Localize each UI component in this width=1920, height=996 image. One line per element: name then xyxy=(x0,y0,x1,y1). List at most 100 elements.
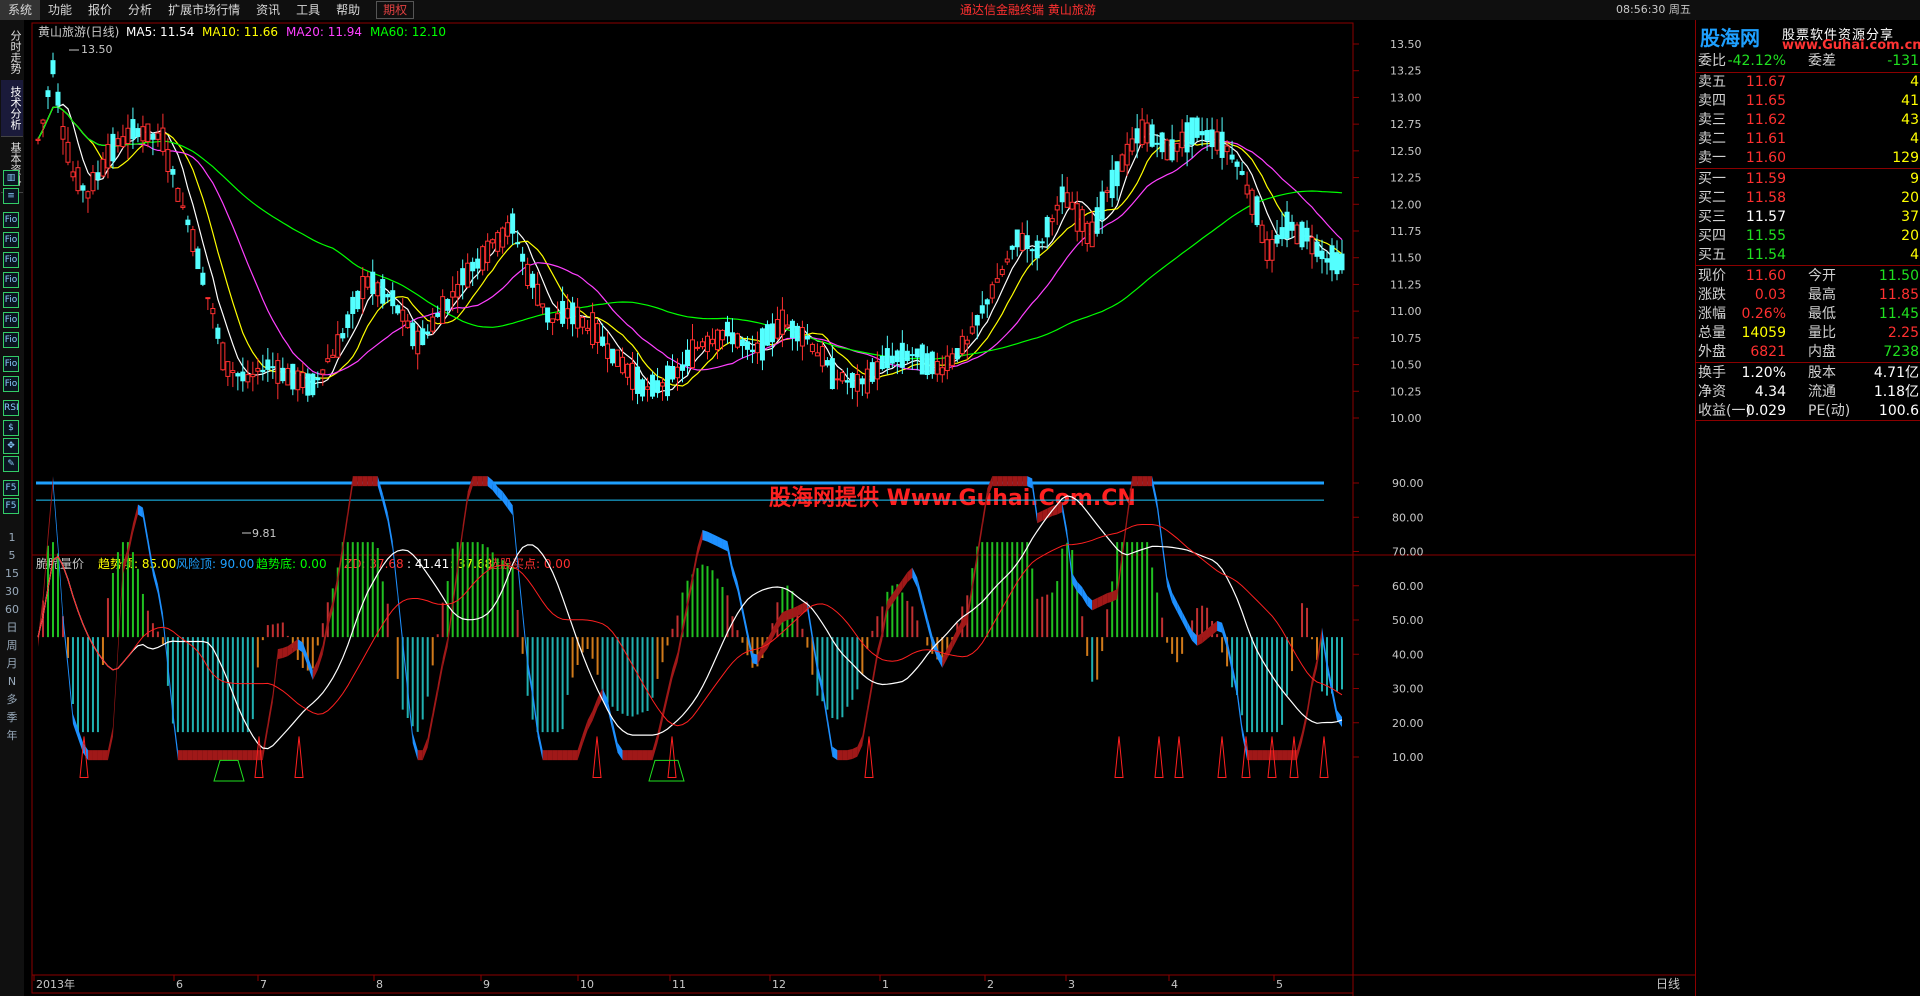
ask-row: 卖一 11.60 129 xyxy=(1696,149,1920,168)
tool-Fio-icon[interactable]: Fio xyxy=(3,332,19,348)
stat-row-value: 0.029 xyxy=(1745,403,1786,419)
bid-row: 买二 11.58 20 xyxy=(1696,189,1920,208)
menu-system[interactable]: 系统 xyxy=(0,0,41,20)
indicator-risk-top: 风险顶: 90.00 xyxy=(176,556,254,571)
menu-quote[interactable]: 报价 xyxy=(80,0,120,20)
stat-row-value2: 11.85 xyxy=(1878,287,1919,303)
brand-logo: 股海网 股票软件资源分享 www.Guhai.com.cn xyxy=(1696,20,1920,53)
tab-technical[interactable]: 技术分析 xyxy=(1,80,23,137)
tool-Fio-icon[interactable]: Fio xyxy=(3,356,19,372)
menu-tools[interactable]: 工具 xyxy=(288,0,328,20)
price-tick: 10.50 xyxy=(1390,359,1422,372)
menu-function[interactable]: 功能 xyxy=(40,0,80,20)
stat-row-label: 涨跌 xyxy=(1698,287,1726,303)
tool-list-icon[interactable]: ≡ xyxy=(3,188,19,204)
stat-row: 换手 1.20% 股本 4.71亿 xyxy=(1696,364,1920,383)
price-tick: 10.75 xyxy=(1390,332,1422,345)
period-0[interactable]: 1 xyxy=(0,530,24,546)
weicha-label: 委差 xyxy=(1808,53,1836,69)
bid-volume: 9 xyxy=(1910,171,1919,187)
price-tick: 12.25 xyxy=(1390,172,1422,185)
tool-F5-icon[interactable]: F5 xyxy=(3,480,19,496)
stat-row-label2: 量比 xyxy=(1808,325,1836,341)
period-1[interactable]: 5 xyxy=(0,548,24,564)
period-9[interactable]: 多 xyxy=(0,692,24,708)
price-tick: 11.75 xyxy=(1390,225,1422,238)
menu-help[interactable]: 帮助 xyxy=(328,0,368,20)
stat-row-label2: 最低 xyxy=(1808,306,1836,322)
ask-label: 卖五 xyxy=(1698,74,1726,90)
indicator-pick: 选股买点: 0.00 xyxy=(488,557,571,571)
left-toolbar: 分时走势 技术分析 基本资料 ▥ ≡ Fio Fio Fio Fio Fio Fio Fio Fi… xyxy=(0,20,25,996)
date-label: 3 xyxy=(1068,978,1075,991)
date-label: 7 xyxy=(260,978,267,991)
kline-chart[interactable]: 黄山旅游(日线) MA5: 11.54 MA10: 11.66 MA20: 11… xyxy=(24,20,1695,996)
stat-row: 净资 4.34 流通 1.18亿 xyxy=(1696,383,1920,402)
stat-row-value: 0.26% xyxy=(1741,306,1786,322)
price-tick: 13.50 xyxy=(1390,38,1422,51)
period-8[interactable]: N xyxy=(0,674,24,690)
period-5[interactable]: 日 xyxy=(0,620,24,636)
tool-Fio-icon[interactable]: Fio xyxy=(3,252,19,268)
indicator-v2: : 41.41 xyxy=(407,557,449,571)
tool-Fio-icon[interactable]: Fio xyxy=(3,272,19,288)
price-tick: 11.50 xyxy=(1390,252,1422,265)
tool-Fio-icon[interactable]: Fio xyxy=(3,292,19,308)
tab-intraday[interactable]: 分时走势 xyxy=(1,24,23,81)
quote-panel: 股海网 股票软件资源分享 www.Guhai.com.cn 委比 -42.12%… xyxy=(1695,20,1920,996)
tool-Fio-icon[interactable]: Fio xyxy=(3,232,19,248)
indicator-tick: 50.00 xyxy=(1392,614,1424,627)
tool-pencil-icon[interactable]: ✎ xyxy=(3,456,19,472)
tool-Fio-icon[interactable]: Fio xyxy=(3,212,19,228)
tool-S-icon[interactable]: $ xyxy=(3,420,19,436)
tool-Fio-icon[interactable]: Fio xyxy=(3,376,19,392)
tool-F5-icon[interactable]: F5 xyxy=(3,498,19,514)
tool-RSI-icon[interactable]: RSI xyxy=(3,400,19,416)
period-label[interactable]: 日线 xyxy=(1656,977,1680,991)
chart-title: 黄山旅游(日线) xyxy=(38,25,119,39)
period-7[interactable]: 月 xyxy=(0,656,24,672)
tool-Fio-icon[interactable]: Fio xyxy=(3,312,19,328)
stat-row-value2: 4.71亿 xyxy=(1873,365,1919,381)
tool-move-icon[interactable]: ✥ xyxy=(3,438,19,454)
tool-bar-chart-icon[interactable]: ▥ xyxy=(3,170,19,186)
options-tab[interactable]: 期权 xyxy=(376,1,415,19)
stat-row: 收益(一) 0.029 PE(动) 100.6 xyxy=(1696,402,1920,421)
bid-volume: 20 xyxy=(1901,190,1919,206)
logo-url: www.Guhai.com.cn xyxy=(1782,38,1920,53)
date-label: 9 xyxy=(483,978,490,991)
stat-row-value: 11.60 xyxy=(1745,268,1786,284)
period-11[interactable]: 年 xyxy=(0,728,24,744)
indicator-tick: 90.00 xyxy=(1392,477,1424,490)
stat-row-label: 换手 xyxy=(1698,365,1726,381)
indicator-trend-bottom: 趋势底: 0.00 xyxy=(256,556,327,571)
stat-row-label2: 最高 xyxy=(1808,287,1836,303)
high-marker: 13.50 xyxy=(81,43,113,56)
ask-row: 卖三 11.62 43 xyxy=(1696,111,1920,130)
menu-bar: 系统 功能 报价 分析 扩展市场行情 资讯 工具 帮助 期权 通达信金融终端 黄… xyxy=(0,0,1920,21)
menu-extended-market[interactable]: 扩展市场行情 xyxy=(160,0,248,20)
date-label: 2013年 xyxy=(36,977,75,991)
period-6[interactable]: 周 xyxy=(0,638,24,654)
menu-news[interactable]: 资讯 xyxy=(248,0,288,20)
period-3[interactable]: 30 xyxy=(0,584,24,600)
ask-label: 卖一 xyxy=(1698,150,1726,166)
period-10[interactable]: 季 xyxy=(0,710,24,726)
menu-analysis[interactable]: 分析 xyxy=(120,0,160,20)
ask-volume: 41 xyxy=(1901,93,1919,109)
bid-label: 买五 xyxy=(1698,247,1726,263)
stat-row-label: 现价 xyxy=(1698,268,1726,284)
period-4[interactable]: 60 xyxy=(0,602,24,618)
indicator-tick: 40.00 xyxy=(1392,648,1424,661)
bid-label: 买一 xyxy=(1698,171,1726,187)
price-tick: 11.00 xyxy=(1390,305,1422,318)
price-tick: 13.00 xyxy=(1390,91,1422,104)
period-2[interactable]: 15 xyxy=(0,566,24,582)
date-label: 5 xyxy=(1276,978,1283,991)
price-tick: 12.75 xyxy=(1390,118,1422,131)
stat-row-value2: 11.45 xyxy=(1878,306,1919,322)
date-label: 10 xyxy=(580,978,594,991)
indicator-name[interactable]: 脆脆量价 xyxy=(36,556,84,571)
bid-label: 买三 xyxy=(1698,209,1726,225)
stat-row-value: 0.03 xyxy=(1754,287,1786,303)
